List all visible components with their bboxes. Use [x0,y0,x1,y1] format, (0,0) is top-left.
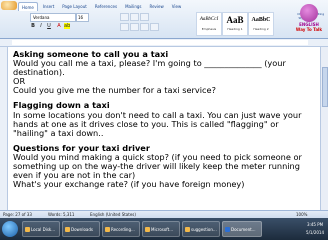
paragraph: What's your exchange rate? (if you have … [13,179,245,190]
folder-icon [105,227,110,232]
taskbar-item[interactable]: Local Disk... [22,221,60,237]
logo-line2: Way To Talk [295,27,323,32]
style-sample: AaB [226,15,244,25]
webcam-logo: ENGLISH Way To Talk [294,4,324,40]
taskbar-item-label: Document... [231,227,256,232]
taskbar-item[interactable]: Microsoft... [142,221,180,237]
taskbar-item-label: Microsoft... [151,227,174,232]
taskbar-item[interactable]: Recording... [102,221,140,237]
document-text[interactable]: Asking someone to call you a taxi Would … [13,49,315,190]
tab-mailings[interactable]: Mailings [122,2,144,11]
vertical-ruler[interactable] [0,47,8,210]
paragraph-group [120,13,190,35]
underline-icon[interactable]: U [46,23,52,29]
system-clock[interactable]: 3:45 PM 5/1/2014 [306,221,324,237]
style-name: Heading 1 [227,27,243,31]
style-emphasis[interactable]: AaBbCcI Emphasis [196,12,222,36]
styles-gallery: AaBbCcI Emphasis AaB Heading 1 AaBbC Hea… [196,12,296,36]
paragraph: In some locations you don't need to call… [13,109,302,138]
clock-time: 3:45 PM [306,222,324,227]
tab-review[interactable]: Review [147,2,167,11]
paragraph: Would you call me a taxi, please? I'm go… [13,58,286,78]
align-right-icon[interactable] [140,23,149,31]
zoom-level[interactable]: 100% [296,211,307,218]
document-page[interactable]: Asking someone to call you a taxi Would … [8,47,320,210]
taskbar-item-active[interactable]: Document... [222,221,262,237]
font-name-dropdown[interactable]: Verdana [30,13,76,22]
tab-page-layout[interactable]: Page Layout [59,2,90,11]
font-color-icon[interactable]: A [56,23,62,29]
taskbar: Local Disk... Downloads Recording... Mic… [0,218,328,240]
font-group: Verdana 16 B I U A ab [26,13,116,35]
office-button[interactable] [1,1,17,10]
folder-icon [185,227,190,232]
style-heading-2[interactable]: AaBbC Heading 2 [248,12,274,36]
app-icon [145,227,150,232]
logo-emblem-icon [300,4,318,22]
taskbar-item-label: Local Disk... [31,227,56,232]
multilevel-list-icon[interactable] [140,13,149,21]
tab-insert[interactable]: Insert [40,2,57,11]
tab-references[interactable]: References [92,2,120,11]
scrollbar-thumb[interactable] [322,67,328,107]
tab-home[interactable]: Home [18,2,38,11]
status-bar: Page: 27 of 33 Words: 5,311 English (Uni… [0,210,328,218]
word-icon [225,227,230,232]
page-count[interactable]: Page: 27 of 33 [3,211,32,218]
taskbar-item[interactable]: Downloads [62,221,100,237]
ribbon: Home Insert Page Layout References Maili… [0,0,328,39]
justify-icon[interactable] [150,23,159,31]
start-button[interactable] [2,221,18,237]
align-left-icon[interactable] [120,23,129,31]
ruler-text-area [12,40,308,45]
taskbar-item-label: Downloads [71,227,93,232]
highlight-icon[interactable]: ab [64,23,70,29]
ribbon-tabs: Home Insert Page Layout References Maili… [18,2,184,11]
font-size-dropdown[interactable]: 16 [76,13,89,22]
italic-icon[interactable]: I [38,23,44,29]
numbering-icon[interactable] [130,13,139,21]
clock-date: 5/1/2014 [306,230,324,235]
style-sample: AaBbCcI [199,17,219,22]
paragraph: Could you give me the number for a taxi … [13,85,216,96]
style-sample: AaBbC [251,17,271,23]
horizontal-ruler[interactable] [0,39,328,47]
taskbar-item[interactable]: suggestion... [182,221,220,237]
document-area: Asking someone to call you a taxi Would … [0,47,320,210]
align-center-icon[interactable] [130,23,139,31]
style-heading-1[interactable]: AaB Heading 1 [222,12,248,36]
word-count[interactable]: Words: 5,311 [48,211,74,218]
taskbar-item-label: Recording... [111,227,135,232]
vertical-scrollbar[interactable] [320,47,328,210]
folder-icon [65,227,70,232]
taskbar-item-label: suggestion... [191,227,217,232]
bullets-icon[interactable] [120,13,129,21]
language-indicator[interactable]: English (United States) [90,211,136,218]
folder-icon [25,227,30,232]
paragraph: Would you mind making a quick stop? (if … [13,151,302,181]
tab-view[interactable]: View [169,2,185,11]
style-name: Heading 2 [253,27,269,31]
bold-icon[interactable]: B [30,23,36,29]
style-name: Emphasis [201,27,217,31]
